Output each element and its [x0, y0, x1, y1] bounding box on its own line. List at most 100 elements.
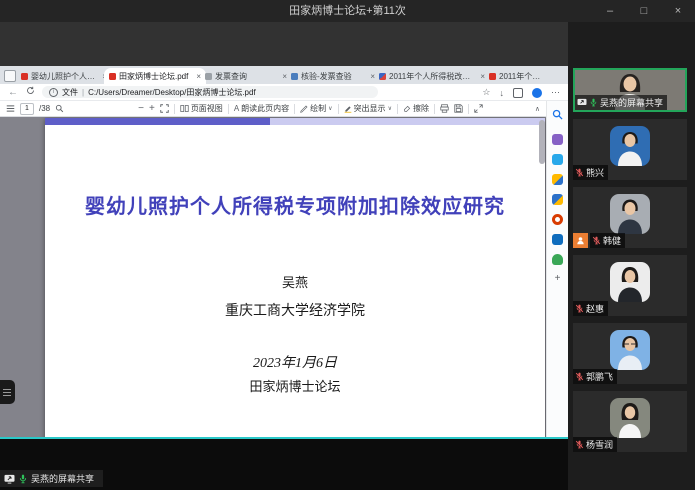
sidebar-search-icon[interactable]	[552, 107, 563, 125]
participant-name: 赵惠	[586, 302, 604, 315]
site-icon	[379, 73, 386, 80]
avatar	[610, 194, 650, 234]
participant-tile-zhaohui[interactable]: 赵惠	[573, 255, 687, 316]
sidebar-add-icon[interactable]: +	[555, 274, 561, 284]
pen-icon	[300, 105, 308, 113]
document-icon	[205, 73, 212, 80]
chevron-down-icon: ∨	[328, 105, 332, 112]
window-controls: – □ ×	[593, 0, 695, 22]
zoom-in-icon[interactable]: +	[149, 103, 155, 114]
screen-share-icon	[577, 98, 587, 107]
toolbar-collapse-icon[interactable]: ∧	[535, 105, 540, 113]
sidebar-app-icon[interactable]	[552, 154, 563, 165]
mic-muted-icon	[592, 236, 601, 245]
pdf-scrollbar-thumb[interactable]	[539, 120, 545, 164]
fullscreen-icon[interactable]	[474, 104, 483, 113]
slide-page: 婴幼儿照护个人所得税专项附加扣除效应研究 吴燕 重庆工商大学经济学院 2023年…	[45, 118, 545, 437]
avatar	[610, 126, 650, 166]
address-url: C:/Users/Dreamer/Desktop/田家炳博士论坛.pdf	[88, 87, 256, 98]
pdf-file-icon	[489, 73, 496, 80]
page-view-button[interactable]: 页面视图	[180, 103, 223, 114]
pdf-toolbar: 1 /38 − + 页面视图 A 朗读此页内容 绘制 ∨ 突出显示	[0, 101, 546, 117]
sidebar-copilot-icon[interactable]	[552, 134, 563, 145]
address-bar[interactable]: i 文件 | C:/Users/Dreamer/Desktop/田家炳博士论坛.…	[42, 86, 378, 98]
draw-label: 绘制	[310, 103, 326, 114]
erase-button[interactable]: 擦除	[403, 103, 429, 114]
maximize-button[interactable]: □	[627, 0, 661, 22]
browser-menu-icon[interactable]: ⋯	[551, 87, 560, 98]
tab-invoice-check[interactable]: 核验-发票查验 ×	[286, 68, 380, 84]
mic-muted-icon	[575, 440, 584, 449]
sidebar-office-icon[interactable]	[552, 214, 563, 225]
tab-title: 发票查询	[215, 71, 279, 82]
read-aloud-icon: A	[234, 104, 239, 113]
read-aloud-button[interactable]: A 朗读此页内容	[234, 103, 289, 114]
participant-tile-hanjian[interactable]: 韩健	[573, 187, 687, 248]
extensions-icon[interactable]	[513, 88, 523, 98]
slide-event: 田家炳博士论坛	[45, 376, 545, 395]
slide-accent-bar-right	[270, 118, 545, 125]
participant-name: 熊兴	[586, 166, 604, 179]
tab-pdf-1[interactable]: 婴幼儿照护个人所得税专项附… ×	[16, 68, 112, 84]
participant-tile-yangxuerun[interactable]: 杨雪润	[573, 391, 687, 452]
participant-tile-xiongxing[interactable]: 熊兴	[573, 119, 687, 180]
page-view-label: 页面视图	[191, 103, 223, 114]
save-icon[interactable]	[454, 104, 463, 113]
stage-background-top	[0, 22, 568, 66]
highlight-label: 突出显示	[354, 103, 386, 114]
minimize-button[interactable]: –	[593, 0, 627, 22]
mic-on-icon	[589, 98, 598, 107]
tab-invoice-query[interactable]: 发票查询 ×	[200, 68, 292, 84]
page-total-label: /38	[39, 104, 50, 113]
fit-page-icon[interactable]	[160, 104, 169, 113]
pdf-menu-icon[interactable]	[6, 104, 15, 113]
browser-tab-strip: 婴幼儿照护个人所得税专项附… × 田家炳博士论坛.pdf × 发票查询 × 核验…	[0, 66, 568, 84]
tab-title: 核验-发票查验	[301, 71, 367, 82]
zoom-out-icon[interactable]: −	[138, 103, 144, 114]
slide-date: 2023年1月6日	[45, 352, 545, 372]
pdf-file-icon	[109, 73, 116, 80]
print-icon[interactable]	[440, 104, 449, 113]
meeting-window-titlebar: 田家炳博士论坛+第11次 – □ ×	[0, 0, 695, 22]
sidebar-outlook-icon[interactable]	[552, 234, 563, 245]
tile-label: 韩健	[590, 233, 625, 248]
pdf-file-icon	[21, 73, 28, 80]
panel-toggle-handle[interactable]	[0, 380, 15, 404]
pdf-viewer[interactable]: 婴幼儿照护个人所得税专项附加扣除效应研究 吴燕 重庆工商大学经济学院 2023年…	[0, 117, 546, 437]
tab-search-icon[interactable]	[4, 70, 16, 82]
shared-screen-browser: 婴幼儿照护个人所得税专项附… × 田家炳博士论坛.pdf × 发票查询 × 核验…	[0, 66, 568, 437]
host-badge	[573, 233, 588, 248]
tab-tax-reform-2[interactable]: 2011年个…	[484, 68, 568, 84]
pdf-search-icon[interactable]	[55, 104, 64, 113]
sidebar-app-icon[interactable]	[552, 194, 563, 205]
navbar-actions: ☆ ↓ ⋯	[482, 84, 560, 101]
host-person-icon	[576, 236, 585, 245]
sidebar-app-icon[interactable]	[552, 174, 563, 185]
avatar	[610, 262, 650, 302]
tab-tax-reform[interactable]: 2011年个人所得税改革的… ×	[374, 68, 490, 84]
participant-tile-guopengfei[interactable]: 郭鹏飞	[573, 323, 687, 384]
favorite-star-icon[interactable]: ☆	[482, 87, 490, 98]
slide-accent-bar-left	[45, 118, 270, 125]
refresh-icon[interactable]	[26, 85, 35, 100]
participant-name: 吴燕的屏幕共享	[600, 96, 663, 109]
tab-title: 2011年个人所得税改革的…	[389, 71, 477, 82]
back-icon[interactable]: ←	[8, 85, 18, 100]
share-banner-label: 吴燕的屏幕共享	[31, 472, 94, 485]
eraser-icon	[403, 105, 411, 113]
highlighter-icon	[344, 105, 352, 113]
slide-affiliation: 重庆工商大学经济学院	[45, 300, 545, 320]
tab-pdf-active[interactable]: 田家炳博士论坛.pdf ×	[104, 68, 206, 84]
page-view-icon	[180, 104, 189, 113]
read-aloud-label: 朗读此页内容	[241, 103, 289, 114]
draw-button[interactable]: 绘制 ∨	[300, 103, 332, 114]
page-info-icon[interactable]: i	[49, 88, 58, 97]
avatar	[610, 330, 650, 370]
profile-avatar[interactable]	[532, 88, 542, 98]
downloads-icon[interactable]: ↓	[500, 88, 505, 98]
page-number-input[interactable]: 1	[20, 103, 34, 115]
sidebar-tree-icon[interactable]	[552, 254, 563, 265]
highlight-button[interactable]: 突出显示 ∨	[344, 103, 392, 114]
close-button[interactable]: ×	[661, 0, 695, 22]
participant-tile-wuyan[interactable]: 吴燕的屏幕共享	[573, 68, 687, 112]
